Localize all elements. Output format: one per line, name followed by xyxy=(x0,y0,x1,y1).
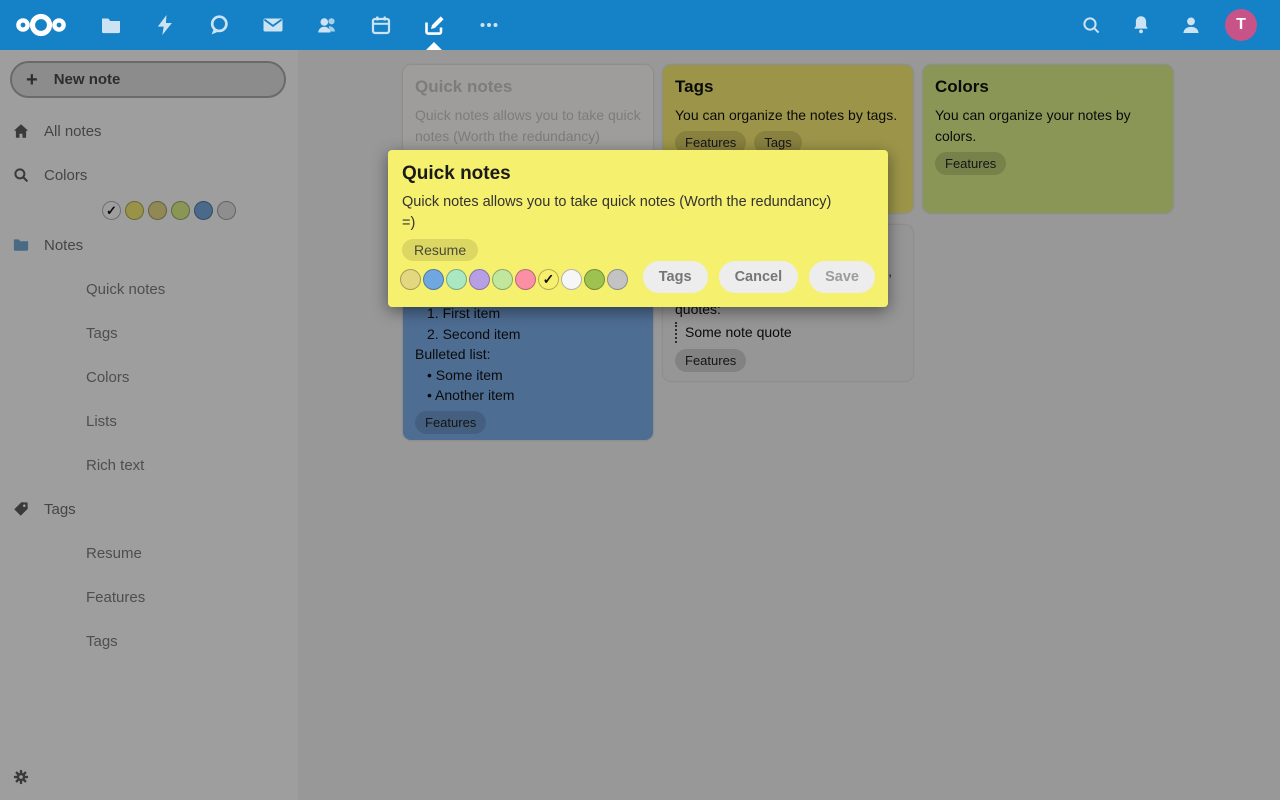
color-swatch[interactable] xyxy=(561,269,582,290)
modal-button-row: Tags Cancel Save xyxy=(643,261,875,293)
nextcloud-logo[interactable] xyxy=(14,11,68,39)
top-header-bar: T xyxy=(0,0,1280,50)
color-palette: ✓ xyxy=(400,269,628,290)
check-icon: ✓ xyxy=(543,271,555,288)
search-icon[interactable] xyxy=(1079,13,1103,37)
contacts-menu-user-icon[interactable] xyxy=(1179,13,1203,37)
edit-note-modal: Quick notes Quick notes allows you to ta… xyxy=(388,150,888,307)
active-app-indicator xyxy=(426,42,442,50)
talk-bubble-icon[interactable] xyxy=(207,13,231,37)
color-swatch[interactable] xyxy=(469,269,490,290)
notifications-bell-icon[interactable] xyxy=(1129,13,1153,37)
color-swatch-selected[interactable]: ✓ xyxy=(538,269,559,290)
cancel-button[interactable]: Cancel xyxy=(719,261,799,293)
color-swatch[interactable] xyxy=(607,269,628,290)
color-swatch[interactable] xyxy=(492,269,513,290)
color-swatch[interactable] xyxy=(515,269,536,290)
files-folder-icon[interactable] xyxy=(99,13,123,37)
note-content-line: =) xyxy=(402,213,874,234)
color-swatch[interactable] xyxy=(446,269,467,290)
color-swatch[interactable] xyxy=(400,269,421,290)
note-content-line: Quick notes allows you to take quick not… xyxy=(402,192,874,213)
note-title-input[interactable]: Quick notes xyxy=(402,162,874,186)
quicknotes-note-pencil-icon[interactable] xyxy=(422,13,446,37)
more-apps-dots-icon[interactable] xyxy=(477,13,501,37)
mail-envelope-icon[interactable] xyxy=(261,13,285,37)
color-swatch[interactable] xyxy=(584,269,605,290)
note-content-input[interactable]: Quick notes allows you to take quick not… xyxy=(402,192,874,234)
tags-button[interactable]: Tags xyxy=(643,261,708,293)
save-button[interactable]: Save xyxy=(809,261,875,293)
avatar[interactable]: T xyxy=(1225,9,1257,41)
color-swatch[interactable] xyxy=(423,269,444,290)
note-tag-chip-resume[interactable]: Resume xyxy=(402,239,478,261)
activity-lightning-icon[interactable] xyxy=(153,13,177,37)
calendar-icon[interactable] xyxy=(369,13,393,37)
contacts-people-icon[interactable] xyxy=(315,13,339,37)
